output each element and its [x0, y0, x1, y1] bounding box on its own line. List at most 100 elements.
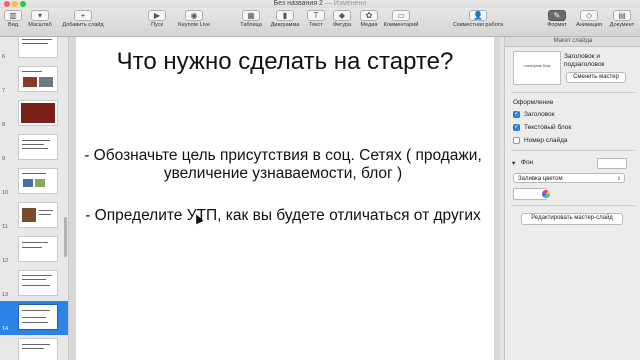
slide-number: 11	[2, 224, 8, 230]
slide-title[interactable]: Что нужно сделать на старте?	[86, 45, 484, 79]
zoom-icon: ▾	[31, 10, 49, 21]
table-button[interactable]: ▦ Таблица	[237, 10, 265, 36]
background-disclosure-icon[interactable]: ▾	[512, 159, 515, 167]
text-button[interactable]: T Текст	[305, 10, 327, 36]
body-checkbox[interactable]	[513, 123, 520, 131]
color-wheel-icon[interactable]	[542, 190, 550, 198]
document-title: Без названия 2	[273, 0, 323, 7]
play-label: Пуск	[151, 22, 163, 28]
edit-master-slide-button[interactable]: Редактировать мастер-слайд	[521, 213, 623, 225]
slide-thumbnail[interactable]	[18, 236, 58, 262]
sidebar-icon: ▥	[4, 10, 22, 21]
slide-number: 10	[2, 190, 9, 196]
thumbnail-text	[22, 348, 44, 349]
fill-type-select[interactable]: Заливка цветом ⇕	[513, 173, 625, 183]
zoom-button[interactable]: ▾ Масштаб	[27, 10, 53, 36]
window-title: Без названия 2 — Изменено	[0, 0, 640, 8]
comment-icon: ▭	[392, 10, 410, 21]
slide-thumbnail[interactable]	[18, 66, 58, 92]
title-checkbox-label: Заголовок	[524, 111, 555, 118]
navigator-scrollbar[interactable]	[64, 217, 67, 257]
slide-number: 6	[2, 54, 6, 60]
thumbnail-text	[22, 39, 52, 40]
thumbnail-text	[22, 317, 46, 318]
inspector-tab-title: Макет слайда	[505, 37, 640, 47]
slide-bullet-usp[interactable]: - Определите УТП, как вы будете отличать…	[82, 207, 484, 225]
thumbnail-text	[22, 275, 52, 276]
comment-button[interactable]: ▭ Комментарий	[381, 10, 421, 36]
slide-thumbnail[interactable]	[18, 270, 58, 296]
shape-label: Фигура	[332, 22, 352, 28]
media-button[interactable]: ✿ Медиа	[357, 10, 381, 36]
master-preview[interactable]: Lorem Ipsum Dolor	[513, 51, 561, 85]
format-inspector: Макет слайда Lorem Ipsum Dolor Заголовок…	[504, 37, 640, 360]
slide-thumbnail-row[interactable]: 11	[0, 199, 68, 233]
appearance-label: Оформление	[513, 99, 554, 106]
master-name: Заголовок и подзаголовок	[564, 53, 605, 68]
broadcast-icon: ◉	[185, 10, 203, 21]
chart-button[interactable]: ▮ Диаграмма	[268, 10, 302, 36]
shape-button[interactable]: ◆ Фигура	[329, 10, 355, 36]
thumbnail-text	[22, 43, 48, 44]
view-button[interactable]: ▥ Вид	[3, 10, 23, 36]
slide-thumbnail[interactable]	[18, 134, 58, 160]
slide-thumbnail[interactable]	[18, 100, 58, 126]
fill-color-well[interactable]	[513, 188, 550, 200]
thumbnail-text	[22, 144, 44, 145]
slide-thumbnail-row[interactable]: 7	[0, 63, 68, 97]
slide-bullet-goal[interactable]: - Обозначьте цель присутствия в соц. Сет…	[82, 147, 484, 183]
edited-status: — Изменено	[324, 0, 367, 7]
fill-type-value: Заливка цветом	[518, 176, 563, 182]
thumbnail-image	[23, 77, 37, 87]
thumbnail-image	[23, 179, 33, 187]
text-icon: T	[307, 10, 325, 21]
slide-thumbnail-row[interactable]: 15	[0, 335, 68, 360]
slide-thumbnail[interactable]	[18, 37, 58, 58]
slide-thumbnail-row[interactable]: 8	[0, 97, 68, 131]
chart-label: Диаграмма	[270, 22, 300, 28]
thumbnail-image	[39, 77, 53, 87]
title-checkbox[interactable]	[513, 110, 520, 118]
brush-icon: ✎	[548, 10, 566, 21]
slide-number-checkbox-label: Номер слайда	[524, 137, 568, 144]
change-master-button[interactable]: Сменить мастер	[566, 72, 626, 83]
view-label: Вид	[8, 22, 18, 28]
slide-thumbnail-row[interactable]: 9	[0, 131, 68, 165]
format-tab-button[interactable]: ✎ Формат	[542, 10, 572, 36]
keynote-live-button[interactable]: ◉ Keynote Live	[172, 10, 216, 36]
slide[interactable]: Что нужно сделать на старте? - Обозначьт…	[76, 37, 494, 360]
thumbnail-text	[22, 247, 42, 248]
thumbnail-text	[22, 173, 46, 174]
background-swatch[interactable]	[597, 158, 627, 169]
slide-thumbnail[interactable]	[18, 202, 58, 228]
add-slide-button[interactable]: + Добавить слайд	[58, 10, 108, 36]
thumbnail-text	[22, 285, 50, 286]
animate-tab-button[interactable]: ◇ Анимация	[573, 10, 605, 36]
slide-thumbnail-row[interactable]: 10	[0, 165, 68, 199]
thumbnail-text	[39, 210, 53, 211]
slide-number-checkbox[interactable]	[513, 137, 520, 144]
thumbnail-text	[22, 242, 48, 243]
divider	[511, 150, 635, 151]
play-button[interactable]: ▶ Пуск	[145, 10, 169, 36]
slide-number: 13	[2, 292, 9, 298]
keynote-live-label: Keynote Live	[178, 22, 210, 28]
divider	[511, 92, 635, 93]
slide-thumbnail[interactable]	[18, 168, 58, 194]
chart-icon: ▮	[276, 10, 294, 21]
shape-icon: ◆	[333, 10, 351, 21]
chevron-updown-icon: ⇕	[616, 176, 621, 182]
toolbar: ▥ Вид ▾ Масштаб + Добавить слайд ▶ Пуск …	[0, 8, 640, 37]
keynote-window: Без названия 2 — Изменено ▥ Вид ▾ Масшта…	[0, 0, 640, 360]
slide-navigator[interactable]: 6 7 8 9 10 11 12 13 14	[0, 37, 69, 360]
slide-thumbnail-row[interactable]: 13	[0, 267, 68, 301]
slide-thumbnail[interactable]	[18, 304, 58, 330]
document-icon: ▤	[613, 10, 631, 21]
slide-thumbnail-row[interactable]: 6	[0, 37, 68, 63]
divider	[511, 205, 635, 206]
collaborate-button[interactable]: 👤 Совместная работа	[450, 10, 506, 36]
slide-thumbnail-row[interactable]: 12	[0, 233, 68, 267]
document-tab-button[interactable]: ▤ Документ	[606, 10, 638, 36]
slide-thumbnail-row-selected[interactable]: 14	[0, 301, 68, 335]
slide-thumbnail[interactable]	[18, 338, 58, 360]
